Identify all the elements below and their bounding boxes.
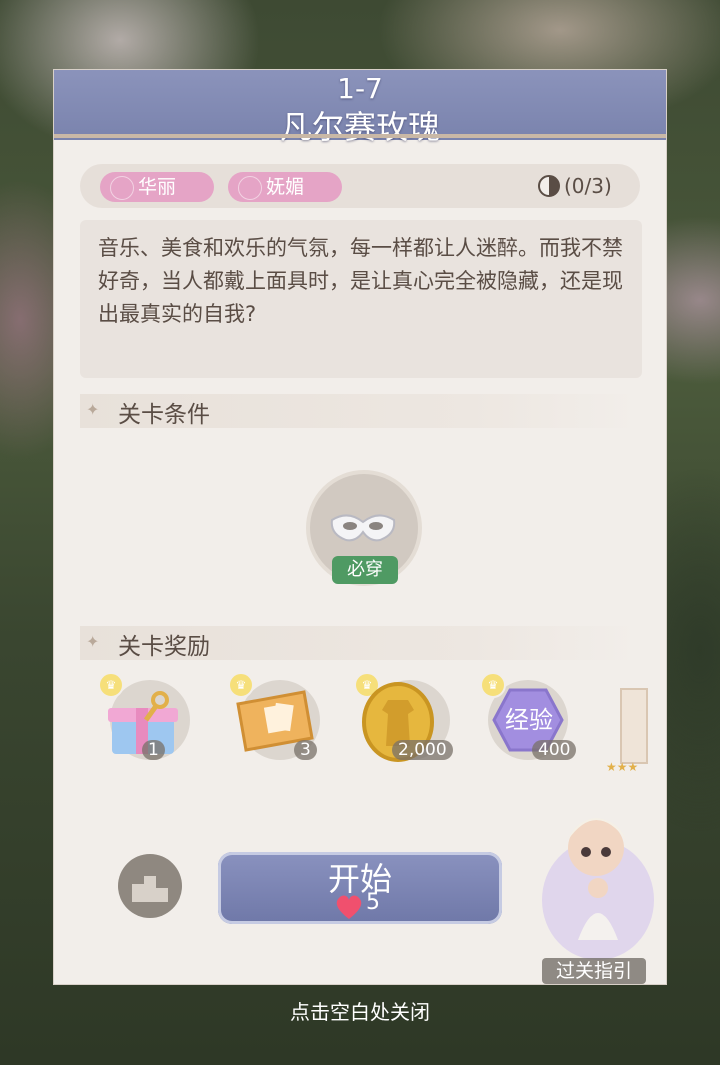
podium-icon (132, 876, 168, 902)
sparkle-icon: ✦ (86, 632, 100, 651)
section-conditions: ✦ 关卡条件 (80, 394, 640, 428)
reward-clothing-card[interactable] (620, 688, 648, 764)
header-divider (54, 134, 666, 138)
half-pie-icon (538, 175, 560, 197)
heart-icon (336, 895, 362, 919)
stage-description: 音乐、美食和欢乐的气氛，每一样都让人迷醉。而我不禁好奇，当人都戴上面具时，是让真… (98, 236, 623, 326)
tag-charming: 妩媚 (228, 172, 342, 202)
rose-icon (110, 176, 134, 200)
close-hint[interactable]: 点击空白处关闭 (0, 996, 720, 1025)
level-guide-button[interactable]: 过关指引 (542, 958, 646, 984)
mask-icon (330, 514, 396, 542)
level-number: 1-7 (337, 72, 383, 105)
rarity-stars: ★★★ (606, 760, 639, 774)
completion-progress: (0/3) (538, 171, 612, 201)
panel-header: 1-7 凡尔赛玫瑰 (54, 70, 666, 146)
reward-count: 400 (532, 740, 577, 760)
tag-gorgeous: 华丽 (100, 172, 214, 202)
start-button[interactable]: 开始 5 (218, 852, 502, 924)
level-title: 凡尔赛玫瑰 (279, 108, 440, 146)
section-rewards: ✦ 关卡奖励 (80, 626, 640, 660)
sparkle-icon: ✦ (86, 400, 100, 419)
ranking-button[interactable] (118, 854, 182, 918)
reward-count: 2,000 (392, 740, 453, 760)
reward-count: 3 (294, 740, 317, 760)
progress-text: (0/3) (564, 174, 612, 198)
reward-count: 1 (142, 740, 165, 760)
stamina-cost: 5 (366, 890, 380, 915)
experience-label: 经验 (505, 706, 553, 734)
must-wear-badge: 必穿 (332, 556, 398, 584)
rose-icon (238, 176, 262, 200)
